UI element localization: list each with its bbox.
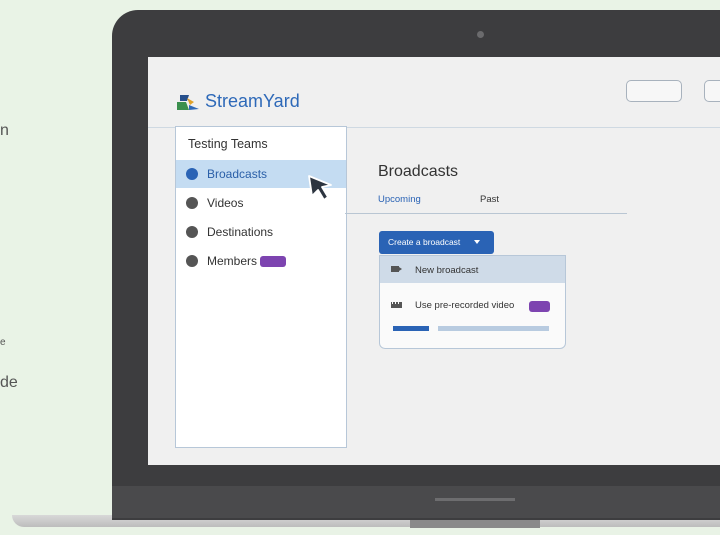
members-badge bbox=[260, 256, 286, 267]
header-button[interactable] bbox=[704, 80, 720, 102]
create-broadcast-button[interactable]: Create a broadcast bbox=[379, 231, 494, 254]
film-icon bbox=[391, 302, 402, 308]
laptop-foot bbox=[410, 520, 540, 528]
upload-progress-fill bbox=[393, 326, 429, 331]
pre-recorded-badge bbox=[529, 301, 550, 312]
laptop-bottom-bezel bbox=[112, 486, 720, 518]
team-name: Testing Teams bbox=[188, 137, 268, 151]
menu-item-label: Use pre-recorded video bbox=[415, 300, 515, 311]
menu-item-label: New broadcast bbox=[415, 265, 479, 276]
app-screen: StreamYard Testing Teams Broadcasts Vide… bbox=[148, 57, 720, 465]
video-camera-icon bbox=[391, 266, 402, 272]
menu-item-new-broadcast[interactable]: New broadcast bbox=[380, 256, 565, 283]
dot-icon bbox=[186, 168, 198, 180]
app-header: StreamYard bbox=[148, 57, 720, 128]
laptop-hinge-slot bbox=[435, 498, 515, 501]
background-text-fragment-top: n bbox=[0, 122, 9, 139]
create-broadcast-label: Create a broadcast bbox=[388, 237, 461, 247]
sidebar-item-label: Members bbox=[207, 254, 258, 268]
tab-upcoming[interactable]: Upcoming bbox=[378, 194, 421, 205]
sidebar-item-label: Destinations bbox=[207, 225, 274, 239]
sidebar-item-destinations[interactable]: Destinations bbox=[176, 218, 346, 246]
upload-progress-track bbox=[438, 326, 549, 331]
page-title: Broadcasts bbox=[378, 163, 459, 180]
webcam-icon bbox=[477, 31, 484, 38]
sidebar-item-label: Videos bbox=[207, 196, 244, 210]
mouse-pointer-icon bbox=[308, 175, 332, 201]
streamyard-logo-icon bbox=[177, 95, 199, 110]
tabs-divider bbox=[345, 213, 627, 214]
logo-wordmark: StreamYard bbox=[205, 91, 300, 111]
dot-icon bbox=[186, 226, 198, 238]
chevron-down-icon bbox=[474, 240, 480, 244]
dot-icon bbox=[186, 255, 198, 267]
dot-icon bbox=[186, 197, 198, 209]
create-dropdown-menu: New broadcast Use pre-recorded video bbox=[379, 255, 566, 349]
background-text-fragment-bottom: de bbox=[0, 374, 18, 391]
tab-past[interactable]: Past bbox=[480, 194, 499, 205]
sidebar-item-members[interactable]: Members bbox=[176, 247, 346, 275]
header-button[interactable] bbox=[626, 80, 682, 102]
background-text-fragment-middle: e bbox=[0, 337, 6, 348]
sidebar-item-label: Broadcasts bbox=[207, 167, 268, 181]
